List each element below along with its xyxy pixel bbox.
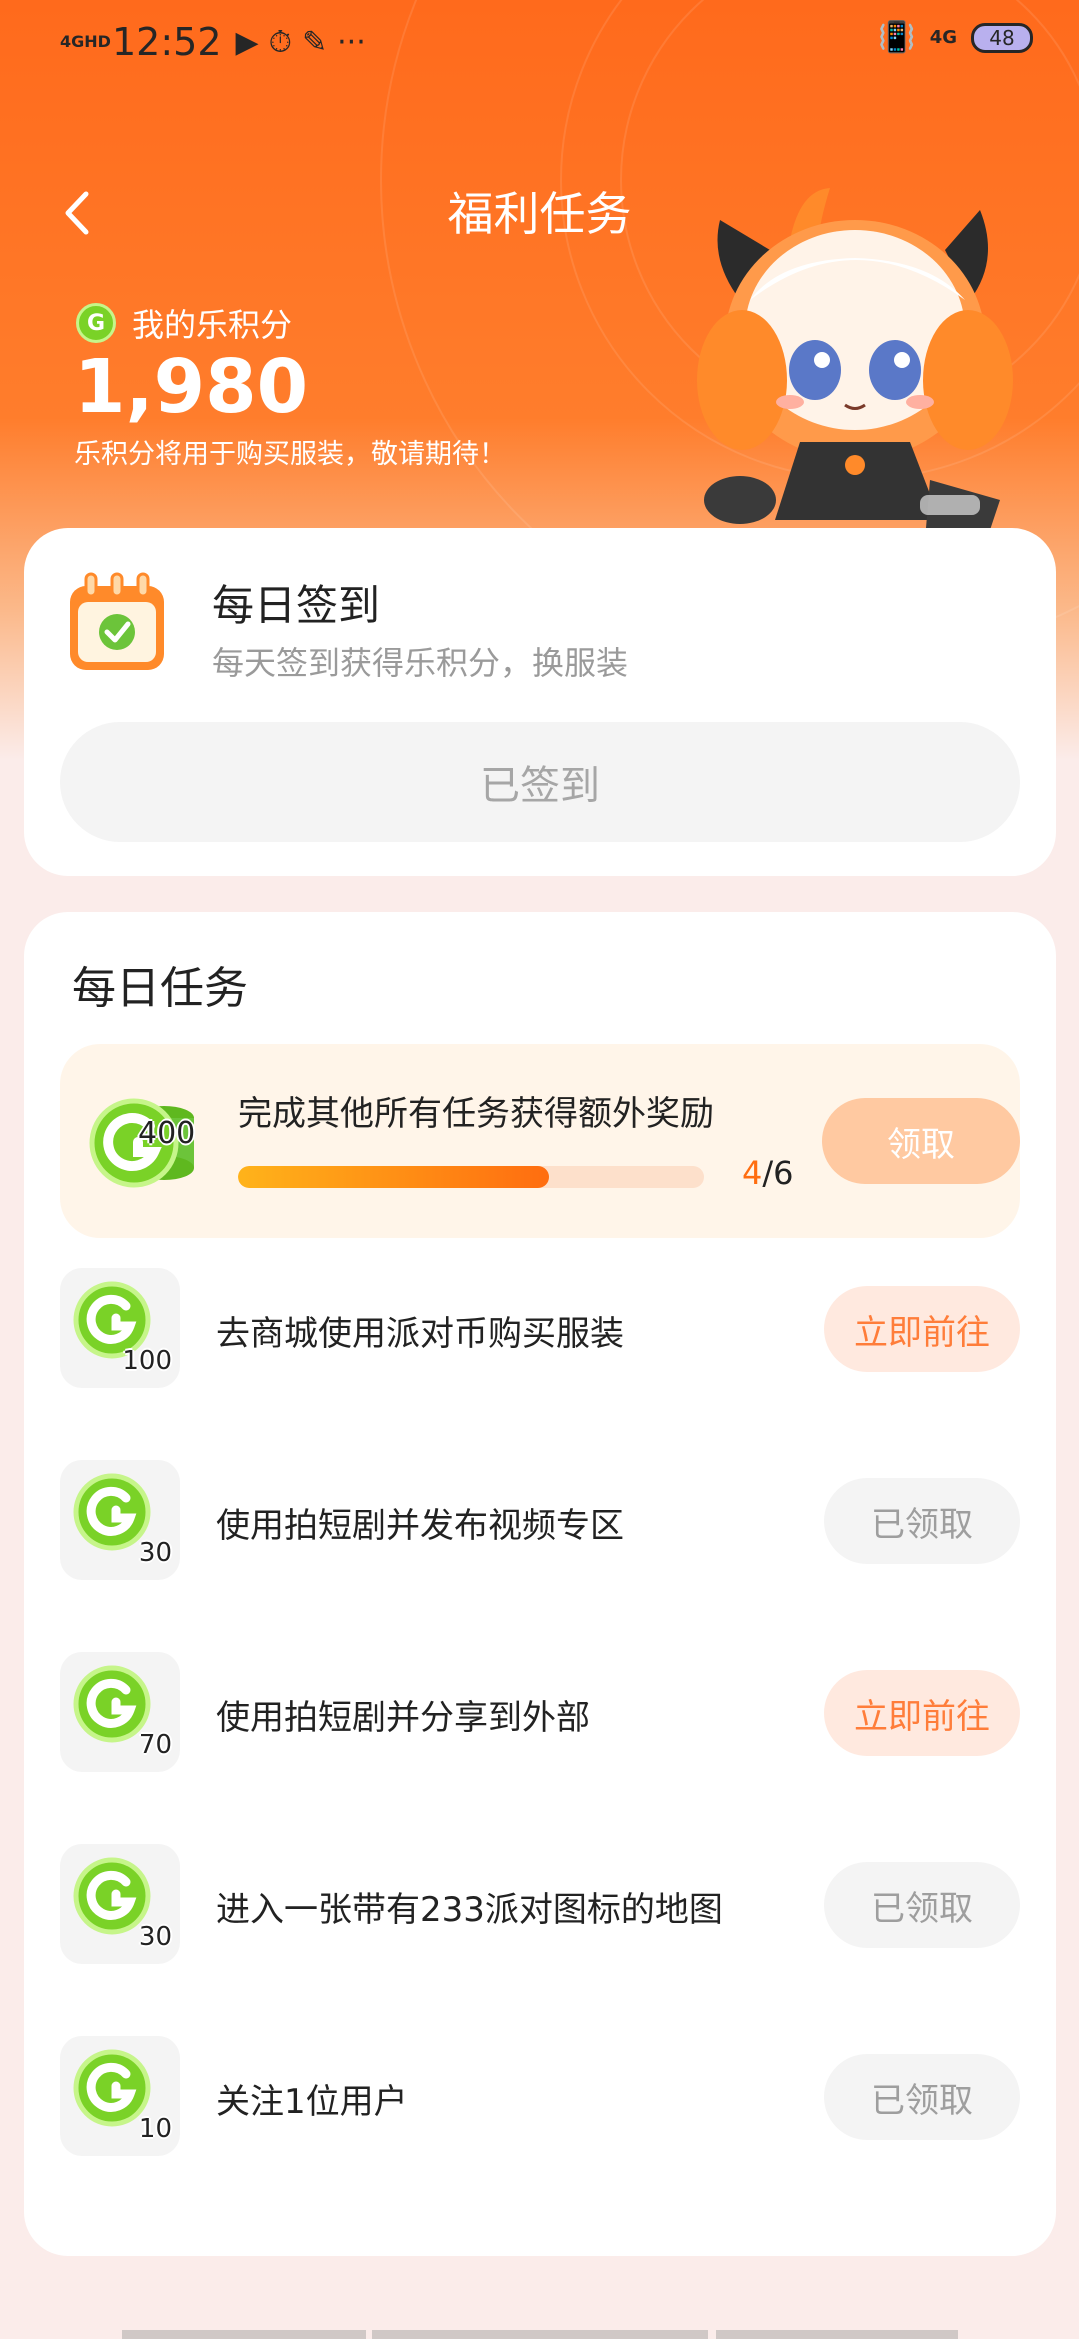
points-value: 1,980 [74, 344, 309, 430]
clock-icon: ⏱ [268, 24, 292, 60]
task-row: 70 使用拍短剧并分享到外部 立即前往 [60, 1652, 1020, 1774]
bonus-reward: 400 [138, 1116, 196, 1151]
go-now-button[interactable]: 立即前往 [824, 1286, 1020, 1372]
task-row: 10 关注1位用户 已领取 [60, 2036, 1020, 2158]
bonus-progress-fill [238, 1166, 549, 1188]
clock: 12:52 [112, 20, 222, 64]
coin-icon: 30 [60, 1460, 180, 1580]
task-label: 进入一张带有233派对图标的地图 [216, 1890, 723, 1930]
task-reward: 30 [138, 1922, 172, 1952]
task-label: 去商城使用派对币购买服装 [216, 1314, 624, 1354]
bonus-task: 400 完成其他所有任务获得额外奖励 4/6 领取 [60, 1044, 1020, 1238]
bonus-claim-button[interactable]: 领取 [822, 1098, 1020, 1184]
play-icon: ▶ [235, 24, 259, 60]
go-now-button[interactable]: 立即前往 [824, 1670, 1020, 1756]
task-label: 使用拍短剧并发布视频专区 [216, 1506, 624, 1546]
home-indicator-segment [372, 2330, 708, 2339]
claimed-button[interactable]: 已领取 [824, 1862, 1020, 1948]
checkin-card: 每日签到 每天签到获得乐积分，换服装 已签到 [24, 528, 1056, 876]
claimed-button[interactable]: 已领取 [824, 2054, 1020, 2140]
checkin-subtitle: 每天签到获得乐积分，换服装 [212, 644, 629, 682]
task-reward: 70 [138, 1730, 172, 1760]
checkin-title: 每日签到 [212, 581, 381, 630]
battery-icon: 48 [971, 22, 1033, 53]
points-note: 乐积分将用于购买服装，敬请期待！ [74, 439, 506, 470]
daily-tasks-card: 每日任务 400 完成其他所有任务获得额外奖励 4/6 领取 100 去商城使用派… [24, 912, 1056, 2256]
network-indicator: 4GHD [60, 32, 111, 51]
coin-icon: 100 [60, 1268, 180, 1388]
claimed-button[interactable]: 已领取 [824, 1478, 1020, 1564]
home-indicator-segment [122, 2330, 366, 2339]
network-4g: 4G [929, 27, 957, 48]
bonus-progress-bar [238, 1166, 704, 1188]
coin-icon: G [76, 303, 116, 343]
calendar-check-icon [70, 572, 164, 670]
daily-tasks-title: 每日任务 [72, 963, 248, 1014]
task-row: 30 进入一张带有233派对图标的地图 已领取 [60, 1844, 1020, 1966]
task-row: 100 去商城使用派对币购买服装 立即前往 [60, 1268, 1020, 1390]
task-reward: 30 [138, 1538, 172, 1568]
points-label-row: G 我的乐积分 [76, 300, 292, 346]
progress-separator: / [762, 1154, 774, 1192]
points-label: 我的乐积分 [132, 306, 293, 344]
task-reward: 10 [138, 2114, 172, 2144]
checked-in-button[interactable]: 已签到 [60, 722, 1020, 842]
task-label: 使用拍短剧并分享到外部 [216, 1698, 590, 1738]
progress-current: 4 [742, 1154, 763, 1192]
task-label: 关注1位用户 [216, 2082, 408, 2122]
home-indicator-segment [716, 2330, 958, 2339]
screenshot-icon: ✎ [302, 24, 328, 60]
progress-total: 6 [773, 1154, 794, 1192]
more-icon: ··· [337, 24, 366, 60]
task-reward: 100 [122, 1346, 172, 1376]
bonus-progress-count: 4/6 [742, 1154, 794, 1192]
mascot-illustration [697, 188, 1013, 560]
task-row: 30 使用拍短剧并发布视频专区 已领取 [60, 1460, 1020, 1582]
coin-icon: 10 [60, 2036, 180, 2156]
coin-icon: 30 [60, 1844, 180, 1964]
bonus-text: 完成其他所有任务获得额外奖励 [238, 1094, 714, 1134]
vibrate-icon: 📳 [878, 20, 916, 55]
coin-icon: 70 [60, 1652, 180, 1772]
status-bar: 4GHD 12:52 ▶ ⏱ ✎ ··· 📳 4G 48 [0, 0, 1079, 84]
